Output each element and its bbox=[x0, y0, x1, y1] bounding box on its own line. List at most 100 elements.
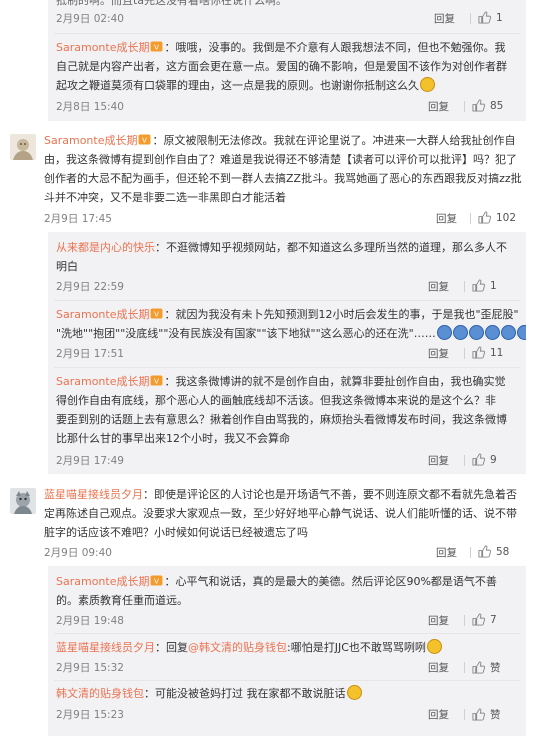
like-button[interactable]: 1 bbox=[478, 11, 503, 24]
reply-box: 抵制的啊。而且ta先这没有看啥你在说什么啊。 2月9日 02:40 回复 1 S… bbox=[48, 0, 526, 121]
growth-badge-icon: V bbox=[139, 134, 151, 145]
username-link[interactable]: Saramonte成长期 bbox=[44, 134, 137, 147]
reply-time: 2月9日 17:51 bbox=[56, 348, 124, 360]
like-count: 9 bbox=[490, 453, 497, 466]
username-link[interactable]: Saramonte成长期 bbox=[56, 375, 149, 388]
reply-text-line: 得创作自由有底线，那个恶心人的画触底线却不活该。但我这条微博本来说的是这个么？非 bbox=[56, 394, 496, 407]
svg-text:V: V bbox=[154, 576, 159, 585]
emoji-icon bbox=[516, 325, 526, 340]
reply-meta: 2月9日 19:48 回复 7 bbox=[56, 613, 526, 629]
reply-meta: 2月9日 15:23 回复 赞 bbox=[56, 707, 526, 723]
reply-box: Saramonte成长期 V ：心平气和说话，真的是最大的美德。然后评论区90%都是… bbox=[48, 566, 526, 736]
comment-meta: 2月9日 09:40 回复 58 bbox=[44, 545, 540, 561]
username-link[interactable]: Saramonte成长期 bbox=[56, 308, 149, 321]
reply-time: 2月9日 02:40 bbox=[56, 13, 124, 25]
emoji-icon bbox=[426, 639, 442, 654]
reply-text-line: "洗地""抱团""没底线""没有民族没有国家""该下地狱""这么恶心的还在洗"…… bbox=[56, 324, 526, 343]
divider bbox=[470, 13, 471, 24]
divider bbox=[464, 615, 465, 626]
divider bbox=[54, 300, 520, 301]
like-button[interactable]: 85 bbox=[472, 99, 503, 112]
comment-thread: 抵制的啊。而且ta先这没有看啥你在说什么啊。 2月9日 02:40 回复 1 S… bbox=[0, 0, 540, 736]
reply-button[interactable]: 回复 bbox=[436, 211, 457, 226]
username-link[interactable]: 蓝星喵星接线员夕月 bbox=[44, 488, 143, 501]
thumbs-up-icon bbox=[472, 453, 485, 466]
comment-text-line: 定再陈述自己观点。没要求大家观点一致，至少好好地平心静气说话、说人们能听懂的话、… bbox=[44, 507, 517, 520]
reply-item: 抵制的啊。而且ta先这没有看啥你在说什么啊。 2月9日 02:40 回复 1 bbox=[48, 0, 526, 37]
growth-badge-icon: V bbox=[151, 575, 163, 586]
reply-meta: 2月9日 17:49 回复 9 bbox=[56, 453, 526, 469]
reply-button[interactable]: 回复 bbox=[428, 660, 449, 675]
reply-button[interactable]: 回复 bbox=[428, 453, 449, 468]
comment-text-line: 创作者的大忌不配为画手，但还轮不到一群人去搞ZZ批斗。我骂她画了恶心的东西跟我反… bbox=[44, 172, 522, 185]
svg-text:V: V bbox=[154, 42, 159, 51]
divider bbox=[464, 709, 465, 720]
thumbs-up-icon bbox=[478, 11, 491, 24]
comment-time: 2月9日 09:40 bbox=[44, 547, 112, 559]
username-link[interactable]: 从来都是内心的快乐 bbox=[56, 241, 155, 254]
avatar[interactable] bbox=[10, 134, 36, 160]
reply-text: 抵制的啊。而且ta先这没有看啥你在说什么啊。 bbox=[56, 0, 288, 7]
reply-text: Saramonte成长期 V ：心平气和说话，真的是最大的美德。然后评论区90%都是… bbox=[56, 575, 497, 588]
reply-meta: 2月9日 15:32 回复 赞 bbox=[56, 660, 526, 676]
thumbs-up-icon bbox=[472, 613, 485, 626]
emoji-icon bbox=[500, 325, 516, 340]
thumbs-up-icon bbox=[472, 346, 485, 359]
username-link[interactable]: 韩文清的贴身钱包 bbox=[56, 687, 144, 700]
like-label: 赞 bbox=[490, 662, 501, 674]
reply-text-line: 自己就是内容产出者，这方面会更在意一点。爱国的确不影响，但是爱国不该作为对创作者… bbox=[56, 60, 507, 73]
divider bbox=[54, 633, 520, 634]
divider bbox=[54, 33, 520, 34]
username-link[interactable]: 蓝星喵星接线员夕月 bbox=[56, 641, 155, 654]
divider bbox=[54, 367, 520, 368]
like-button[interactable]: 7 bbox=[472, 613, 497, 626]
thumbs-up-icon bbox=[478, 545, 491, 558]
reply-button[interactable]: 回复 bbox=[436, 545, 457, 560]
like-count: 58 bbox=[496, 545, 510, 558]
reply-time: 2月8日 15:40 bbox=[56, 101, 124, 113]
reply-button[interactable]: 回复 bbox=[428, 613, 449, 628]
reply-button[interactable]: 回复 bbox=[428, 346, 449, 361]
like-button[interactable]: 赞 bbox=[472, 707, 501, 722]
reply-time: 2月9日 17:49 bbox=[56, 455, 124, 467]
reply-text-line: 的。素质教育任重而道远。 bbox=[56, 594, 188, 607]
avatar[interactable] bbox=[10, 488, 36, 514]
mention-link[interactable]: @韩文清的贴身钱包 bbox=[188, 641, 287, 654]
growth-badge-icon: V bbox=[151, 375, 163, 386]
like-button[interactable]: 58 bbox=[478, 545, 509, 558]
reply-time: 2月9日 22:59 bbox=[56, 281, 124, 293]
reply-button[interactable]: 回复 bbox=[434, 11, 455, 26]
comment-text-line: 由，我这条微博有提到创作自由了？难道是我说得还不够清楚【读者可以评价可以批评】吗… bbox=[44, 153, 517, 166]
thumbs-up-icon bbox=[472, 279, 485, 292]
reply-text: Saramonte成长期 V ：就因为我没有未卜先知预测到12小时后会发生的事，于是… bbox=[56, 308, 519, 321]
reply-text-line: 比那什么甘的事早出来12个小时，我又不会算命 bbox=[56, 432, 290, 445]
svg-text:V: V bbox=[142, 135, 147, 144]
divider bbox=[464, 101, 465, 112]
reply-meta: 2月9日 02:40 回复 1 bbox=[56, 11, 526, 27]
like-count: 1 bbox=[496, 11, 503, 24]
reply-text-line: 明白 bbox=[56, 260, 78, 273]
reply-time: 2月9日 15:23 bbox=[56, 709, 124, 721]
like-button[interactable]: 9 bbox=[472, 453, 497, 466]
like-button[interactable]: 赞 bbox=[472, 660, 501, 675]
username-link[interactable]: Saramonte成长期 bbox=[56, 575, 149, 588]
divider bbox=[470, 547, 471, 558]
emoji-icon bbox=[468, 325, 484, 340]
emoji-icon bbox=[484, 325, 500, 340]
like-button[interactable]: 102 bbox=[478, 211, 516, 224]
thumbs-up-icon bbox=[472, 661, 485, 674]
divider bbox=[464, 662, 465, 673]
reply-meta: 2月8日 15:40 回复 85 bbox=[56, 99, 526, 115]
reply-text: Saramonte成长期 V ：我这条微博讲的就不是创作自由，就算非要扯创作自由，我… bbox=[56, 375, 506, 388]
like-button[interactable]: 1 bbox=[472, 279, 497, 292]
like-button[interactable]: 11 bbox=[472, 346, 503, 359]
reply-button[interactable]: 回复 bbox=[428, 279, 449, 294]
username-link[interactable]: Saramonte成长期 bbox=[56, 41, 149, 54]
reply-button[interactable]: 回复 bbox=[428, 707, 449, 722]
like-count: 7 bbox=[490, 613, 497, 626]
reply-button[interactable]: 回复 bbox=[428, 99, 449, 114]
divider bbox=[464, 348, 465, 359]
like-count: 1 bbox=[490, 279, 497, 292]
reply-text: Saramonte成长期 V ：哦哦，没事的。我倒是不介意有人跟我想法不同，但也不勉… bbox=[56, 41, 506, 54]
reply-time: 2月9日 15:32 bbox=[56, 662, 124, 674]
